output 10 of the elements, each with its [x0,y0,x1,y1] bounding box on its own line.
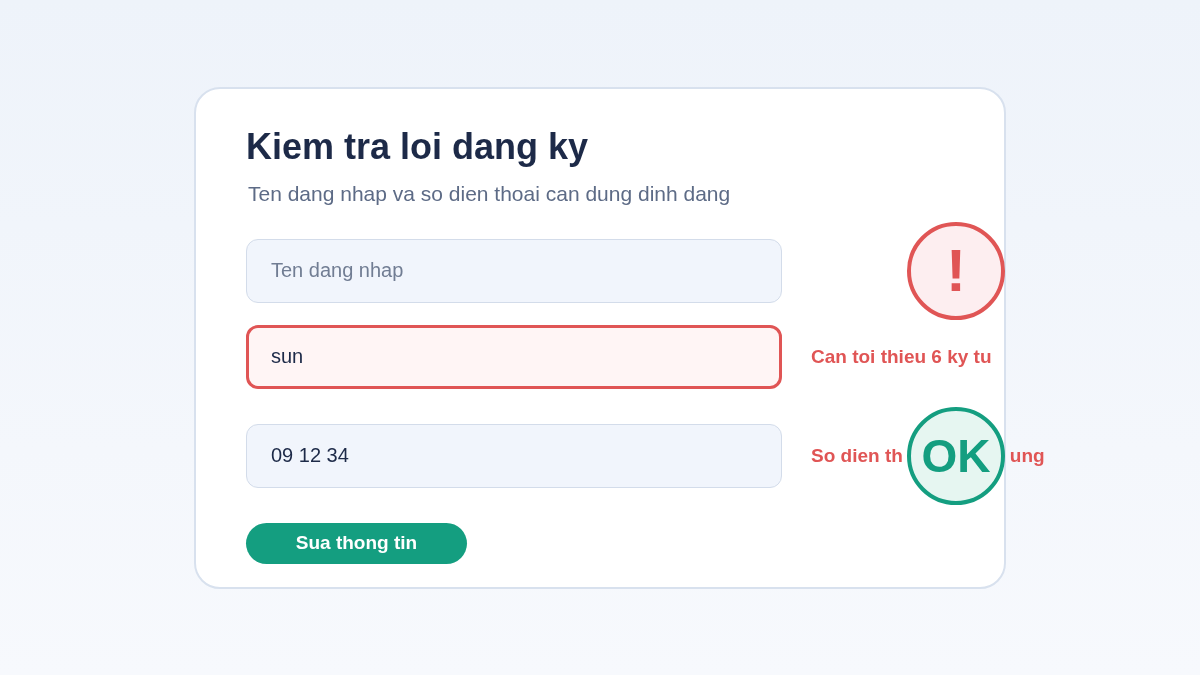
error-message: Can toi thieu 6 ky tu [811,345,992,368]
error-message: ung [1009,444,1045,467]
form-subtitle: Ten dang nhap va so dien thoai can dung dinh dang [248,180,732,207]
input-field[interactable]: sun [246,324,782,389]
error-message: So dien th [811,444,903,467]
alert-badge: ! [907,221,1005,320]
input-field[interactable]: 09 12 34 [246,423,782,488]
ok-badge: OK [907,406,1005,505]
input-field[interactable]: Ten dang nhap [246,238,782,303]
form-title: Kiem tra loi dang ky [246,124,590,169]
